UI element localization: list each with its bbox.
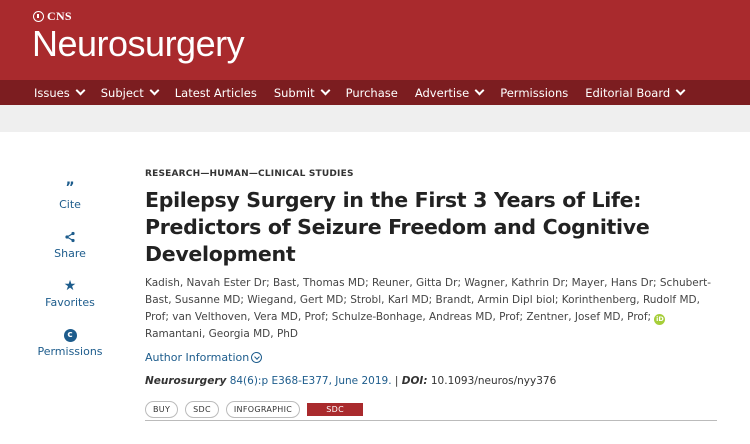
orcid-icon[interactable]: iD <box>654 314 666 325</box>
cns-logo[interactable]: CNS <box>33 9 72 24</box>
author-last[interactable]: Ramantani, Georgia MD, PhD <box>145 328 298 340</box>
infographic-tag[interactable]: INFOGRAPHIC <box>225 401 301 418</box>
author-list: Kadish, Navah Ester Dr; Bast, Thomas MD;… <box>145 275 725 343</box>
citation-line: Neurosurgery 84(6):p E368-E377, June 201… <box>145 375 725 387</box>
article-tags: BUY SDC INFOGRAPHIC SDC <box>145 401 725 418</box>
citation-separator: | <box>394 375 399 387</box>
permissions-button[interactable]: c Permissions <box>30 325 110 374</box>
nav-advertise[interactable]: Advertise <box>415 85 485 100</box>
chevron-down-icon <box>320 85 331 96</box>
copyright-icon: c <box>63 325 77 345</box>
doi-value: 10.1093/neuros/nyy376 <box>430 375 557 387</box>
nav-permissions[interactable]: Permissions <box>500 86 568 100</box>
cite-button[interactable]: ” Cite <box>30 178 110 227</box>
chevron-down-icon <box>149 85 160 96</box>
nav-editorial-board[interactable]: Editorial Board <box>585 85 686 100</box>
nav-issues[interactable]: Issues <box>34 85 86 100</box>
star-icon: ★ <box>63 278 77 294</box>
nav-purchase[interactable]: Purchase <box>346 86 398 100</box>
authors-text: Kadish, Navah Ester Dr; Bast, Thomas MD;… <box>145 277 711 323</box>
journal-logo[interactable]: Neurosurgery <box>32 24 245 64</box>
nav-latest-articles[interactable]: Latest Articles <box>175 86 257 100</box>
share-icon <box>64 227 76 247</box>
main-nav: Issues Subject Latest Articles Submit Pu… <box>0 80 750 105</box>
nav-submit[interactable]: Submit <box>274 85 331 100</box>
journal-name: Neurosurgery <box>145 375 227 387</box>
divider <box>145 420 717 421</box>
volume-issue-link[interactable]: 84(6):p E368-E377, June 2019. <box>230 375 392 387</box>
chevron-circle-down-icon <box>251 352 263 363</box>
sdc-button[interactable]: SDC <box>307 403 364 416</box>
buy-tag[interactable]: BUY <box>145 401 179 418</box>
masthead: CNS Neurosurgery <box>0 0 750 80</box>
sdc-tag[interactable]: SDC <box>185 401 219 418</box>
society-name: CNS <box>47 9 72 23</box>
article-section: RESEARCH—HUMAN—CLINICAL STUDIES <box>145 169 354 179</box>
chevron-down-icon <box>474 85 485 96</box>
article-title: Epilepsy Surgery in the First 3 Years of… <box>145 188 650 266</box>
chevron-down-icon <box>75 85 86 96</box>
article-header: RESEARCH—HUMAN—CLINICAL STUDIES Epilepsy… <box>145 169 725 418</box>
author-information-toggle[interactable]: Author Information <box>145 351 725 364</box>
share-button[interactable]: Share <box>30 227 110 276</box>
chevron-down-icon <box>675 85 686 96</box>
grey-band <box>0 105 750 132</box>
cns-seal-icon <box>33 11 44 22</box>
article-tools: ” Cite Share ★ Favorites c Permissions <box>30 178 110 374</box>
nav-subject[interactable]: Subject <box>101 85 160 100</box>
favorites-button[interactable]: ★ Favorites <box>30 276 110 325</box>
doi-label: DOI: <box>401 375 428 387</box>
quote-icon: ” <box>65 180 75 196</box>
